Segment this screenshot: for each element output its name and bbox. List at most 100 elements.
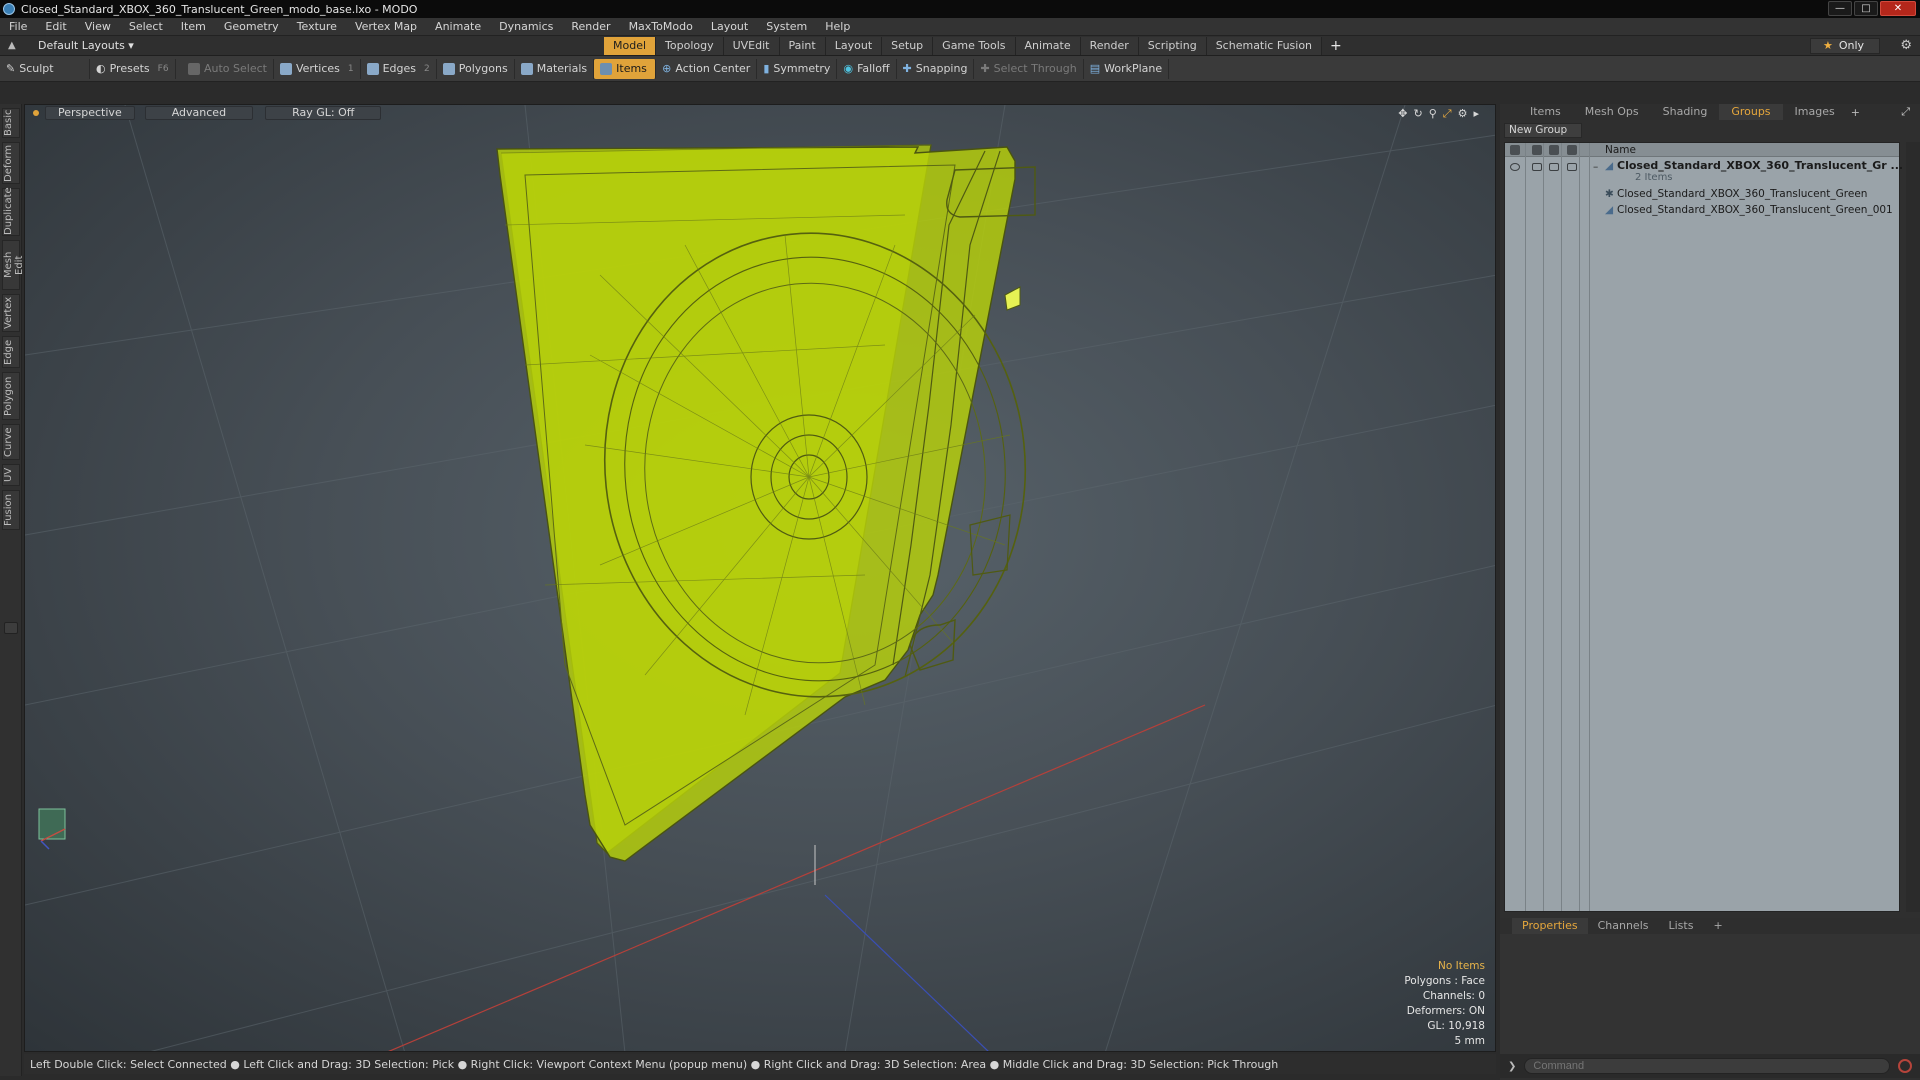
- tab-layout[interactable]: Layout: [825, 37, 883, 55]
- layout-collapse-icon[interactable]: ▲: [8, 40, 16, 51]
- select-through-button[interactable]: ✚ Select Through: [974, 58, 1084, 79]
- tab-fusion[interactable]: Fusion: [2, 490, 20, 530]
- tab-basic[interactable]: Basic: [2, 108, 20, 138]
- viewport-settings-icon[interactable]: ⚙: [1458, 107, 1468, 121]
- tab-mesh-edit[interactable]: Mesh Edit: [2, 240, 25, 290]
- menu-item[interactable]: Item: [172, 18, 215, 36]
- tab-edge[interactable]: Edge: [2, 336, 20, 368]
- eye-icon[interactable]: [1510, 163, 1520, 171]
- gear-icon[interactable]: ⚙: [1900, 38, 1912, 53]
- menu-render[interactable]: Render: [562, 18, 619, 36]
- zoom-view-icon[interactable]: ⚲: [1429, 107, 1437, 121]
- tab-deform[interactable]: Deform: [2, 142, 20, 184]
- tab-setup[interactable]: Setup: [882, 37, 934, 55]
- tab-polygon[interactable]: Polygon: [2, 372, 20, 420]
- move-view-icon[interactable]: ✥: [1398, 107, 1407, 121]
- items-button[interactable]: Items: [594, 58, 657, 79]
- menu-maxtomodo[interactable]: MaxToModo: [620, 18, 702, 36]
- command-input[interactable]: [1524, 1058, 1891, 1074]
- raygl-button[interactable]: Ray GL: Off: [265, 106, 382, 120]
- render-toggle-icon[interactable]: [1532, 163, 1542, 171]
- tab-shading[interactable]: Shading: [1651, 104, 1720, 120]
- menu-dynamics[interactable]: Dynamics: [490, 18, 562, 36]
- polygons-button[interactable]: Polygons: [437, 58, 515, 79]
- tab-uvedit[interactable]: UVEdit: [723, 37, 780, 55]
- action-center-button[interactable]: ⊕ Action Center: [656, 58, 758, 79]
- add-tab-button[interactable]: +: [1322, 37, 1350, 55]
- groups-scrollbar[interactable]: [1906, 142, 1920, 912]
- tab-duplicate[interactable]: Duplicate: [2, 187, 20, 236]
- menu-animate[interactable]: Animate: [426, 18, 490, 36]
- fit-view-icon[interactable]: ⤢: [1443, 107, 1452, 121]
- select-header-icon[interactable]: [1567, 145, 1577, 155]
- falloff-button[interactable]: ◉ Falloff: [837, 58, 897, 79]
- menu-system[interactable]: System: [757, 18, 816, 36]
- tab-items[interactable]: Items: [1518, 104, 1573, 120]
- menu-view[interactable]: View: [76, 18, 120, 36]
- maximize-icon[interactable]: □: [1854, 1, 1878, 16]
- view-mode-button[interactable]: Perspective: [45, 106, 135, 120]
- list-item[interactable]: ◢ Closed_Standard_XBOX_360_Translucent_G…: [1505, 203, 1899, 219]
- menu-vertex-map[interactable]: Vertex Map: [346, 18, 426, 36]
- tab-model[interactable]: Model: [604, 37, 657, 55]
- presets-button[interactable]: ◐ Presets F6: [90, 58, 176, 79]
- tab-curve[interactable]: Curve: [2, 424, 20, 460]
- auto-select-button[interactable]: Auto Select: [182, 58, 274, 79]
- menu-geometry[interactable]: Geometry: [215, 18, 288, 36]
- 3d-viewport[interactable]: Perspective Advanced Ray GL: Off ✥ ↻ ⚲ ⤢…: [24, 104, 1496, 1052]
- menu-layout[interactable]: Layout: [702, 18, 757, 36]
- tab-animate[interactable]: Animate: [1015, 37, 1081, 55]
- menu-help[interactable]: Help: [816, 18, 859, 36]
- menu-select[interactable]: Select: [120, 18, 172, 36]
- tab-images[interactable]: Images: [1783, 104, 1847, 120]
- menu-texture[interactable]: Texture: [288, 18, 346, 36]
- minimize-icon[interactable]: —: [1828, 1, 1852, 16]
- group-count: 2 Items: [1635, 172, 1673, 183]
- tab-render[interactable]: Render: [1080, 37, 1139, 55]
- group-row[interactable]: – ◢ Closed_Standard_XBOX_360_Translucent…: [1505, 159, 1903, 185]
- add-properties-tab-button[interactable]: +: [1703, 918, 1732, 934]
- render-header-icon[interactable]: [1532, 145, 1542, 155]
- select-toggle-icon[interactable]: [1567, 163, 1577, 171]
- tab-schematic-fusion[interactable]: Schematic Fusion: [1206, 37, 1323, 55]
- expand-panel-icon[interactable]: ⤢: [1901, 105, 1910, 119]
- tab-channels[interactable]: Channels: [1588, 918, 1659, 934]
- tab-scripting[interactable]: Scripting: [1138, 37, 1207, 55]
- visibility-header-icon[interactable]: [1510, 145, 1520, 155]
- add-panel-tab-button[interactable]: +: [1847, 106, 1864, 119]
- collapse-icon[interactable]: –: [1593, 161, 1598, 173]
- viewport-menu-icon[interactable]: [33, 110, 39, 116]
- dvd-case-mesh[interactable]: [496, 144, 1048, 862]
- tab-paint[interactable]: Paint: [779, 37, 826, 55]
- tab-game-tools[interactable]: Game Tools: [933, 37, 1016, 55]
- record-macro-icon[interactable]: [1898, 1059, 1913, 1073]
- menu-file[interactable]: File: [0, 18, 36, 36]
- tab-groups[interactable]: Groups: [1719, 104, 1783, 120]
- default-layouts-dropdown[interactable]: Default Layouts ▾: [38, 39, 134, 52]
- edges-button[interactable]: Edges 2: [361, 58, 437, 79]
- workplane-button[interactable]: ▤ WorkPlane: [1084, 58, 1170, 79]
- sculpt-button[interactable]: ✎ Sculpt: [0, 58, 90, 79]
- viewport-expand-icon[interactable]: ▸: [1473, 107, 1479, 121]
- list-item[interactable]: ✱ Closed_Standard_XBOX_360_Translucent_G…: [1505, 187, 1899, 203]
- tab-topology[interactable]: Topology: [656, 37, 724, 55]
- tab-vertex[interactable]: Vertex: [2, 294, 20, 332]
- command-expand-icon[interactable]: ❯: [1508, 1061, 1516, 1072]
- panel-toggle-icon[interactable]: [4, 622, 18, 634]
- lock-toggle-icon[interactable]: [1549, 163, 1559, 171]
- tab-uv[interactable]: UV: [2, 464, 20, 486]
- snapping-button[interactable]: ✚ Snapping: [897, 58, 975, 79]
- tab-mesh-ops[interactable]: Mesh Ops: [1573, 104, 1651, 120]
- tab-lists[interactable]: Lists: [1659, 918, 1704, 934]
- tab-properties[interactable]: Properties: [1512, 918, 1588, 934]
- symmetry-button[interactable]: ▮ Symmetry: [757, 58, 838, 79]
- close-icon[interactable]: ✕: [1880, 1, 1916, 16]
- menu-edit[interactable]: Edit: [36, 18, 75, 36]
- shading-mode-button[interactable]: Advanced: [144, 106, 254, 120]
- only-button[interactable]: ★ Only: [1810, 38, 1880, 54]
- vertices-button[interactable]: Vertices 1: [274, 58, 361, 79]
- rotate-view-icon[interactable]: ↻: [1414, 107, 1423, 121]
- materials-button[interactable]: Materials: [515, 58, 595, 79]
- new-group-button[interactable]: New Group: [1504, 123, 1582, 138]
- lock-header-icon[interactable]: [1549, 145, 1559, 155]
